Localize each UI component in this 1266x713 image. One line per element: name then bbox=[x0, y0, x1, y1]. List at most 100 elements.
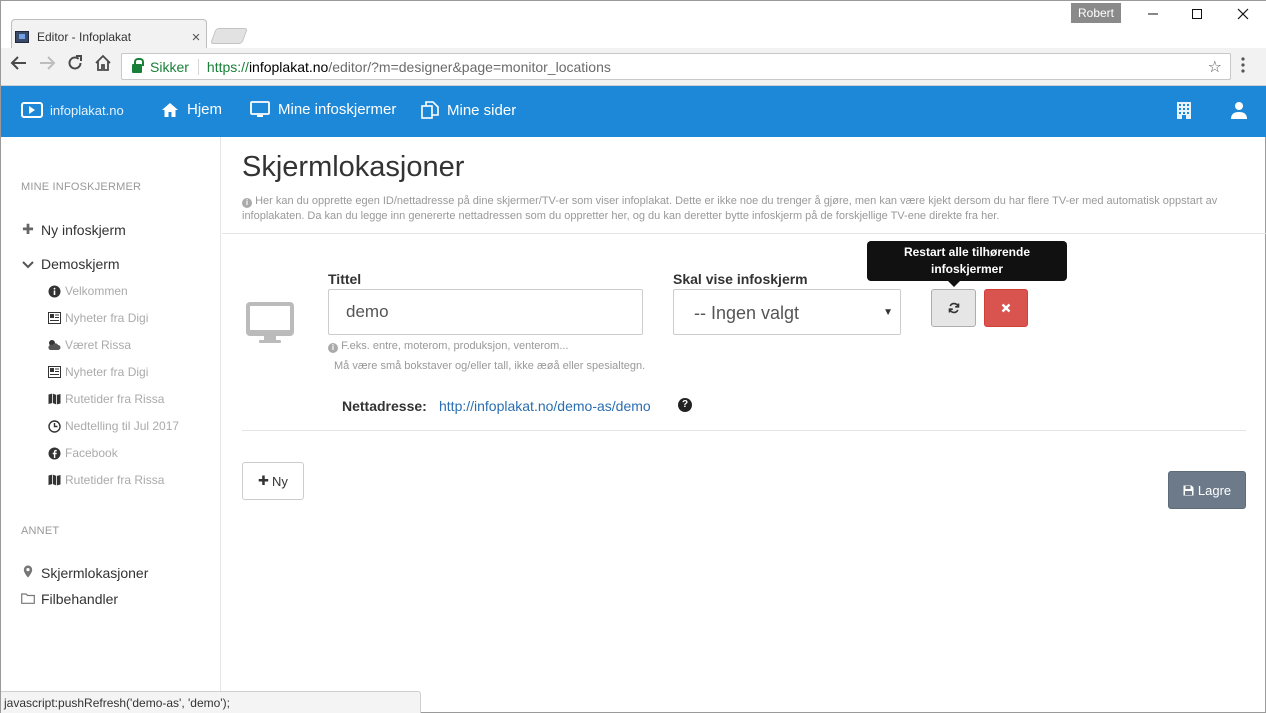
clock-icon bbox=[47, 419, 61, 433]
sidebar-heading-screens: MINE INFOSKJERMER bbox=[21, 181, 142, 193]
maximize-icon[interactable] bbox=[1182, 5, 1212, 27]
url-scheme: https:// bbox=[206, 58, 249, 75]
app-navbar: infoplakat.no Hjem Mine infoskjermer Min… bbox=[1, 86, 1266, 137]
map-icon bbox=[47, 393, 61, 406]
floppy-disk-icon bbox=[1183, 485, 1194, 495]
nav-home-label: Hjem bbox=[187, 101, 223, 118]
browser-status-bar: javascript:pushRefresh('demo-as', 'demo'… bbox=[1, 691, 421, 713]
info-icon bbox=[47, 285, 61, 298]
home-icon[interactable] bbox=[91, 54, 115, 78]
newspaper-icon bbox=[47, 366, 61, 379]
delete-location-button[interactable] bbox=[984, 289, 1028, 327]
nav-my-screens[interactable]: Mine infoskjermer bbox=[250, 101, 396, 118]
screen-label: Skal vise infoskjerm bbox=[673, 271, 808, 287]
sidebar: MINE INFOSKJERMER ✚ Ny infoskjerm Demosk… bbox=[1, 137, 221, 713]
url-path: /editor/?m=designer&page=monitor_locatio… bbox=[328, 58, 611, 75]
title-input[interactable]: demo bbox=[328, 289, 643, 335]
sidebar-group-demoskjerm[interactable]: Demoskjerm bbox=[21, 256, 120, 272]
forward-arrow-icon[interactable] bbox=[35, 54, 59, 78]
newspaper-icon bbox=[47, 312, 61, 325]
brand-name: infoplakat.no bbox=[50, 102, 124, 118]
page-description: i Her kan du opprette egen ID/nettadress… bbox=[242, 194, 1242, 224]
sidebar-sub-label: Facebook bbox=[65, 446, 118, 460]
minimize-icon[interactable] bbox=[1138, 5, 1168, 27]
copy-pages-icon bbox=[421, 101, 439, 119]
weather-cloud-icon bbox=[47, 339, 61, 352]
sidebar-item-label: Skjermlokasjoner bbox=[41, 565, 149, 581]
tab-title: Editor - Infoplakat bbox=[37, 30, 132, 44]
sidebar-sub-item[interactable]: Nedtelling til Jul 2017 bbox=[47, 419, 179, 433]
browser-toolbar: Sikker https:// infoplakat.no /editor/?m… bbox=[1, 48, 1266, 86]
sidebar-sub-item[interactable]: Rutetider fra Rissa bbox=[47, 392, 164, 406]
refresh-icon bbox=[948, 302, 959, 314]
user-icon[interactable] bbox=[1231, 101, 1247, 124]
restart-tooltip: Restart alle tilhørende infoskjermer bbox=[867, 241, 1067, 287]
new-location-label: Ny bbox=[272, 473, 288, 489]
screen-select[interactable]: -- Ingen valgt ▼ bbox=[673, 289, 901, 335]
facebook-icon bbox=[47, 447, 61, 460]
sidebar-sub-label: Nyheter fra Digi bbox=[65, 365, 149, 379]
sidebar-item-label: Filbehandler bbox=[41, 591, 119, 607]
sidebar-sub-item[interactable]: Velkommen bbox=[47, 284, 128, 298]
location-url-link[interactable]: http://infoplakat.no/demo-as/demo bbox=[439, 398, 651, 414]
new-tab-button[interactable] bbox=[210, 28, 248, 44]
nav-my-pages-label: Mine sider bbox=[447, 101, 517, 119]
plus-icon: ✚ bbox=[258, 473, 269, 488]
brand-logo[interactable]: infoplakat.no bbox=[21, 102, 124, 118]
sidebar-sub-item[interactable]: Nyheter fra Digi bbox=[47, 365, 148, 379]
sidebar-sub-label: Været Rissa bbox=[65, 338, 132, 352]
plus-icon: ✚ bbox=[22, 221, 34, 237]
sidebar-item-screen-locations[interactable]: Skjermlokasjoner bbox=[21, 565, 148, 581]
browser-menu-icon[interactable] bbox=[1241, 57, 1245, 78]
home-icon bbox=[162, 102, 178, 117]
bookmark-star-icon[interactable]: ☆ bbox=[1208, 57, 1222, 77]
close-window-icon[interactable] bbox=[1228, 5, 1258, 27]
page-description-text: Her kan du opprette egen ID/nettadresse … bbox=[242, 195, 1218, 222]
page-title: Skjermlokasjoner bbox=[242, 151, 465, 183]
chevron-down-icon bbox=[21, 256, 35, 272]
address-bar[interactable]: Sikker https:// infoplakat.no /editor/?m… bbox=[121, 53, 1231, 80]
restart-screens-button[interactable] bbox=[931, 289, 976, 327]
sidebar-sub-item[interactable]: Rutetider fra Rissa bbox=[47, 473, 164, 487]
sidebar-sub-item[interactable]: Facebook bbox=[47, 446, 118, 460]
info-circle-icon: i bbox=[328, 343, 338, 353]
new-location-button[interactable]: ✚ Ny bbox=[242, 462, 304, 500]
monitor-icon bbox=[245, 301, 295, 348]
screen-select-value: -- Ingen valgt bbox=[694, 303, 800, 323]
browser-tab-content[interactable]: Editor - Infoplakat × bbox=[15, 27, 205, 47]
question-circle-icon[interactable]: ? bbox=[678, 398, 692, 412]
info-circle-icon: i bbox=[242, 198, 252, 208]
reload-icon[interactable] bbox=[63, 54, 87, 78]
secure-label: Sikker bbox=[150, 58, 199, 75]
building-icon[interactable] bbox=[1176, 101, 1192, 125]
browser-titlebar: Editor - Infoplakat × Robert bbox=[1, 1, 1266, 48]
url-label: Nettadresse: bbox=[342, 398, 427, 414]
title-label: Tittel bbox=[328, 271, 362, 287]
map-icon bbox=[47, 474, 61, 487]
close-tab-icon[interactable]: × bbox=[187, 29, 205, 46]
profile-badge[interactable]: Robert bbox=[1071, 3, 1121, 23]
close-icon bbox=[1001, 303, 1011, 313]
save-label: Lagre bbox=[1197, 482, 1232, 498]
title-help-hint: i F.eks. entre, moterom, produksjon, ven… bbox=[328, 340, 569, 353]
map-marker-icon bbox=[21, 565, 35, 581]
sidebar-group-label: Demoskjerm bbox=[41, 256, 120, 272]
sidebar-item-file-manager[interactable]: Filbehandler bbox=[21, 591, 118, 607]
url-host: infoplakat.no bbox=[248, 58, 329, 75]
row-divider bbox=[242, 430, 1246, 431]
nav-home[interactable]: Hjem bbox=[161, 101, 222, 118]
nav-my-pages[interactable]: Mine sider bbox=[421, 101, 516, 119]
lock-icon bbox=[132, 58, 144, 73]
monitor-favicon-icon bbox=[15, 31, 29, 43]
header-divider bbox=[222, 233, 1266, 234]
caret-down-icon: ▼ bbox=[883, 307, 893, 318]
back-arrow-icon[interactable] bbox=[7, 54, 31, 78]
title-help-rules: Må være små bokstaver og/eller tall, ikk… bbox=[334, 360, 646, 372]
save-button[interactable]: Lagre bbox=[1168, 471, 1246, 509]
sidebar-sub-item[interactable]: Været Rissa bbox=[47, 338, 131, 352]
sidebar-sub-label: Velkommen bbox=[65, 284, 128, 298]
sidebar-sub-label: Rutetider fra Rissa bbox=[65, 473, 165, 487]
sidebar-sub-item[interactable]: Nyheter fra Digi bbox=[47, 311, 148, 325]
nav-my-screens-label: Mine infoskjermer bbox=[278, 101, 397, 118]
sidebar-new-screen[interactable]: ✚ Ny infoskjerm bbox=[21, 221, 126, 238]
